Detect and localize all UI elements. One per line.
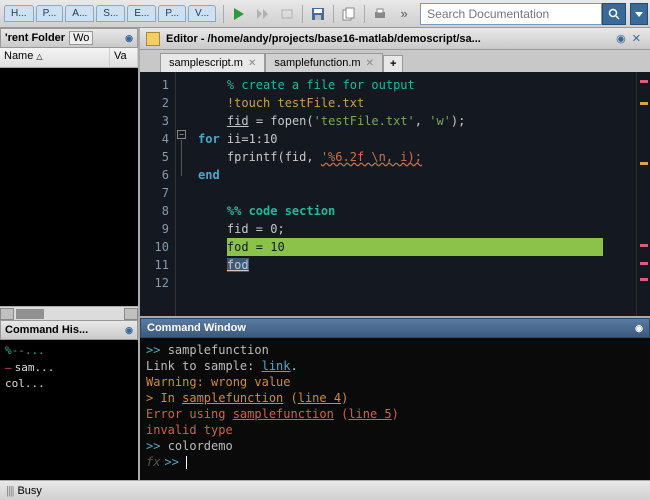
scroll-left-icon[interactable] bbox=[0, 308, 14, 320]
code-source[interactable]: % create a file for output !touch testFi… bbox=[190, 72, 636, 316]
ribbon-tab[interactable]: P... bbox=[36, 5, 64, 22]
copy-button[interactable] bbox=[338, 3, 360, 25]
editor-tab[interactable]: samplefunction.m✕ bbox=[265, 53, 383, 72]
cmdwin-prompt[interactable]: fx>> bbox=[146, 454, 644, 470]
history-item[interactable]: —sam... bbox=[5, 360, 133, 377]
editor-tab[interactable]: samplescript.m✕ bbox=[160, 53, 265, 72]
cmdwin-line: Warning: wrong value bbox=[146, 374, 644, 390]
marker[interactable] bbox=[640, 244, 648, 247]
code-line[interactable]: fid = fopen('testFile.txt', 'w'); bbox=[198, 112, 636, 130]
folder-col-name[interactable]: Name △ bbox=[0, 48, 110, 67]
marker[interactable] bbox=[640, 262, 648, 265]
code-line[interactable]: fod bbox=[198, 256, 636, 274]
add-tab-button[interactable]: + bbox=[383, 55, 403, 72]
history-item[interactable]: %--... bbox=[5, 343, 133, 360]
ribbon-tabs: H...P...A...S...E...P...V... bbox=[0, 3, 220, 24]
cmdwin-line: Link to sample: link. bbox=[146, 358, 644, 374]
run-button[interactable] bbox=[228, 3, 250, 25]
editor-menu-icon[interactable]: ◉ bbox=[613, 32, 629, 45]
workspace-tab[interactable]: Wo bbox=[69, 31, 93, 45]
search-input[interactable] bbox=[420, 3, 602, 25]
search-box bbox=[420, 3, 626, 25]
ribbon-tab[interactable]: V... bbox=[188, 5, 216, 22]
command-history-list[interactable]: %--...—sam...col... bbox=[0, 340, 138, 480]
command-history-title[interactable]: Command His... ◉ bbox=[0, 320, 138, 340]
toolbar-menu-button[interactable] bbox=[630, 3, 648, 25]
cmdwin-line: >> samplefunction bbox=[146, 342, 644, 358]
scroll-right-icon[interactable] bbox=[124, 308, 138, 320]
current-folder-label: 'rent Folder bbox=[5, 32, 65, 44]
history-item[interactable]: col... bbox=[5, 376, 133, 393]
marker[interactable] bbox=[640, 162, 648, 165]
marker[interactable] bbox=[640, 80, 648, 83]
resize-grip-icon[interactable]: |||| bbox=[6, 485, 13, 497]
editor-tabs: samplescript.m✕samplefunction.m✕+ bbox=[140, 50, 650, 72]
code-line[interactable]: %% code section bbox=[198, 202, 636, 220]
fx-icon[interactable]: fx bbox=[146, 455, 160, 469]
editor-titlebar: Editor - /home/andy/projects/base16-matl… bbox=[140, 28, 650, 50]
cmdwin-line: >> colordemo bbox=[146, 438, 644, 454]
marker-bar[interactable] bbox=[636, 72, 650, 316]
step-out-button[interactable] bbox=[276, 3, 298, 25]
command-window-title[interactable]: Command Window ◉ bbox=[140, 318, 650, 338]
cmdhist-menu-icon[interactable]: ◉ bbox=[125, 325, 133, 336]
cmdwin-menu-icon[interactable]: ◉ bbox=[635, 323, 643, 334]
tab-close-icon[interactable]: ✕ bbox=[248, 58, 256, 69]
cmdwin-line: > In samplefunction (line 4) bbox=[146, 390, 644, 406]
folder-col-value[interactable]: Va bbox=[110, 48, 138, 67]
search-button[interactable] bbox=[602, 3, 626, 25]
code-line[interactable] bbox=[198, 184, 636, 202]
code-editor[interactable]: 123456789101112 − % create a file for ou… bbox=[140, 72, 650, 316]
code-line[interactable] bbox=[198, 274, 636, 292]
more-icon[interactable]: » bbox=[393, 3, 415, 25]
folder-hscroll[interactable] bbox=[0, 306, 138, 320]
cmdwin-line: Error using samplefunction (line 5) bbox=[146, 406, 644, 422]
fold-toggle-icon[interactable]: − bbox=[177, 130, 186, 139]
tab-close-icon[interactable]: ✕ bbox=[366, 58, 374, 69]
ribbon-tab[interactable]: S... bbox=[96, 5, 125, 22]
ribbon-tab[interactable]: E... bbox=[127, 5, 156, 22]
folder-panel-menu-icon[interactable]: ◉ bbox=[125, 33, 133, 44]
marker[interactable] bbox=[640, 102, 648, 105]
print-button[interactable] bbox=[369, 3, 391, 25]
ribbon-tab[interactable]: P... bbox=[158, 5, 186, 22]
code-line[interactable]: !touch testFile.txt bbox=[198, 94, 636, 112]
ribbon-tab[interactable]: A... bbox=[65, 5, 94, 22]
code-line[interactable]: fprintf(fid, '%6.2f \n, i); bbox=[198, 148, 636, 166]
cmdwin-line: invalid type bbox=[146, 422, 644, 438]
fold-gutter: − bbox=[176, 72, 190, 316]
folder-list[interactable] bbox=[0, 68, 138, 306]
status-text: Busy bbox=[17, 485, 41, 497]
scroll-thumb[interactable] bbox=[16, 309, 44, 319]
editor-close-icon[interactable]: ✕ bbox=[629, 32, 644, 45]
step-button[interactable] bbox=[252, 3, 274, 25]
save-button[interactable] bbox=[307, 3, 329, 25]
main-toolbar: H...P...A...S...E...P...V... » bbox=[0, 0, 650, 28]
editor-file-icon bbox=[146, 32, 160, 46]
command-window-body[interactable]: >> samplefunctionLink to sample: link.Wa… bbox=[140, 338, 650, 480]
line-numbers: 123456789101112 bbox=[140, 72, 176, 316]
command-window-panel: Command Window ◉ >> samplefunctionLink t… bbox=[140, 316, 650, 480]
current-folder-title[interactable]: 'rent Folder Wo ◉ bbox=[0, 28, 138, 48]
code-line[interactable]: end bbox=[198, 166, 636, 184]
code-line[interactable]: % create a file for output bbox=[198, 76, 636, 94]
ribbon-tab[interactable]: H... bbox=[4, 5, 34, 22]
code-line[interactable]: fod = 10 bbox=[198, 238, 636, 256]
folder-header: Name △ Va bbox=[0, 48, 138, 68]
marker[interactable] bbox=[640, 278, 648, 281]
code-line[interactable]: fid = 0; bbox=[198, 220, 636, 238]
code-line[interactable]: for ii=1:10 bbox=[198, 130, 636, 148]
editor-title: Editor - /home/andy/projects/base16-matl… bbox=[166, 33, 613, 45]
status-bar: |||| Busy bbox=[0, 480, 650, 500]
